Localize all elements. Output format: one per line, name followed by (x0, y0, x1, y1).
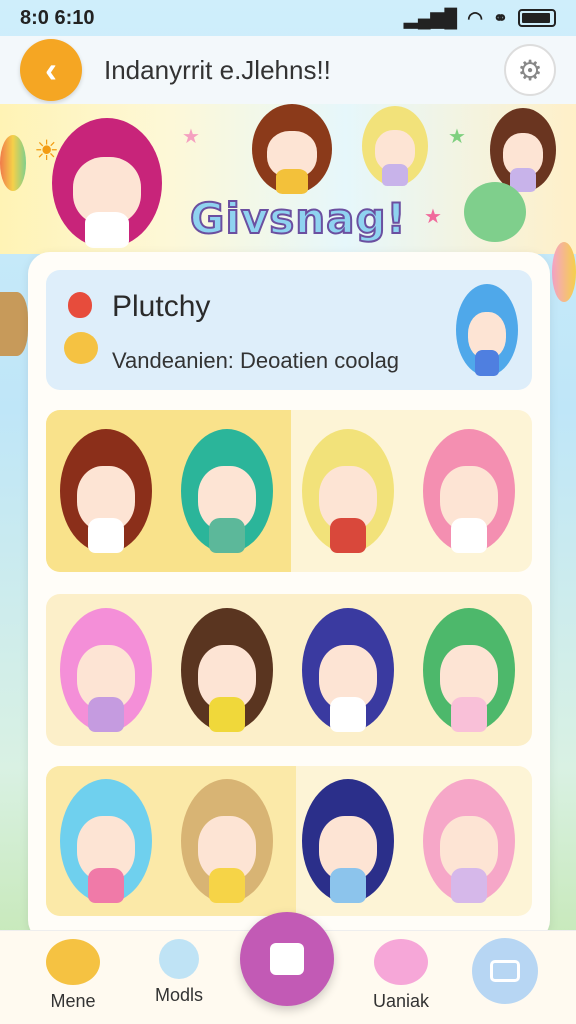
pikachu-icon (46, 939, 100, 985)
nav-label: Uaniak (372, 991, 430, 1011)
star-icon: ★ (448, 126, 466, 148)
back-button[interactable]: ‹ (20, 39, 82, 101)
character-card[interactable] (60, 779, 152, 903)
star-icon: ★ (424, 206, 442, 228)
character-card[interactable] (181, 608, 273, 732)
status-bar: 8:0 6:10 ▂▄▆█ ◠ ⚭ (0, 0, 576, 36)
info-character (456, 284, 518, 376)
center-action-icon (270, 943, 304, 975)
hero-banner: ☀ ★ ★ ★ Givsnag! (0, 104, 576, 254)
link-icon: ⚭ (492, 7, 508, 28)
banner-character-2 (252, 104, 332, 194)
banner-mascot (464, 182, 526, 242)
nav-item-profile[interactable]: Uaniak (346, 939, 456, 1024)
page-title: Indanyrrit e.Jlehns!! (104, 54, 331, 85)
character-card[interactable] (302, 429, 394, 553)
banner-character-3 (362, 106, 428, 186)
banner-character-1 (52, 118, 162, 248)
character-card[interactable] (60, 608, 152, 732)
character-card[interactable] (60, 429, 152, 553)
nav-item-home[interactable]: Mene (18, 939, 128, 1024)
character-card[interactable] (302, 779, 394, 903)
chevron-left-icon: ‹ (45, 49, 57, 90)
character-row-1 (46, 410, 532, 572)
nav-label: Mene (50, 991, 96, 1011)
wifi-icon: ◠ (467, 7, 483, 28)
pig-icon (374, 939, 428, 985)
center-action-button[interactable] (240, 912, 334, 1006)
gear-icon: ⚙ (517, 54, 543, 86)
balloon-icon (0, 135, 26, 191)
status-time: 8:0 6:10 (20, 6, 95, 29)
settings-button[interactable]: ⚙ (504, 44, 556, 96)
battery-icon (518, 9, 556, 27)
bear-icon (64, 332, 98, 364)
apple-icon (68, 292, 92, 318)
side-character (0, 292, 28, 356)
info-subtitle: Vandeanien: Deoatien coolag (112, 348, 400, 373)
star-icon: ★ (182, 126, 200, 148)
character-panel: Plutchy Vandeanien: Deoatien coolag (28, 252, 550, 942)
character-row-3 (46, 766, 532, 916)
character-card[interactable] (423, 429, 515, 553)
status-icons: ▂▄▆█ ◠ ⚭ (404, 8, 556, 29)
banner-character-4 (490, 108, 556, 192)
character-card[interactable] (423, 608, 515, 732)
character-card[interactable] (423, 779, 515, 903)
info-title: Plutchy (112, 290, 211, 323)
signal-bars-icon: ▂▄▆█ (403, 7, 458, 28)
character-row-2 (46, 594, 532, 746)
character-card[interactable] (302, 608, 394, 732)
nav-item-models[interactable]: Modls (124, 939, 234, 1024)
chat-button[interactable] (472, 938, 538, 1004)
banner-logo: Givsnag! (189, 193, 407, 244)
sun-icon: ☀ (34, 135, 60, 166)
character-card[interactable] (181, 429, 273, 553)
lollipop-icon (159, 939, 199, 979)
chat-icon (490, 960, 520, 982)
nav-label: Modls (154, 985, 203, 1005)
app-header: ‹ Indanyrrit e.Jlehns!! ⚙ (0, 36, 576, 104)
character-card[interactable] (181, 779, 273, 903)
balloon-icon (552, 242, 576, 302)
info-card[interactable]: Plutchy Vandeanien: Deoatien coolag (46, 270, 532, 390)
